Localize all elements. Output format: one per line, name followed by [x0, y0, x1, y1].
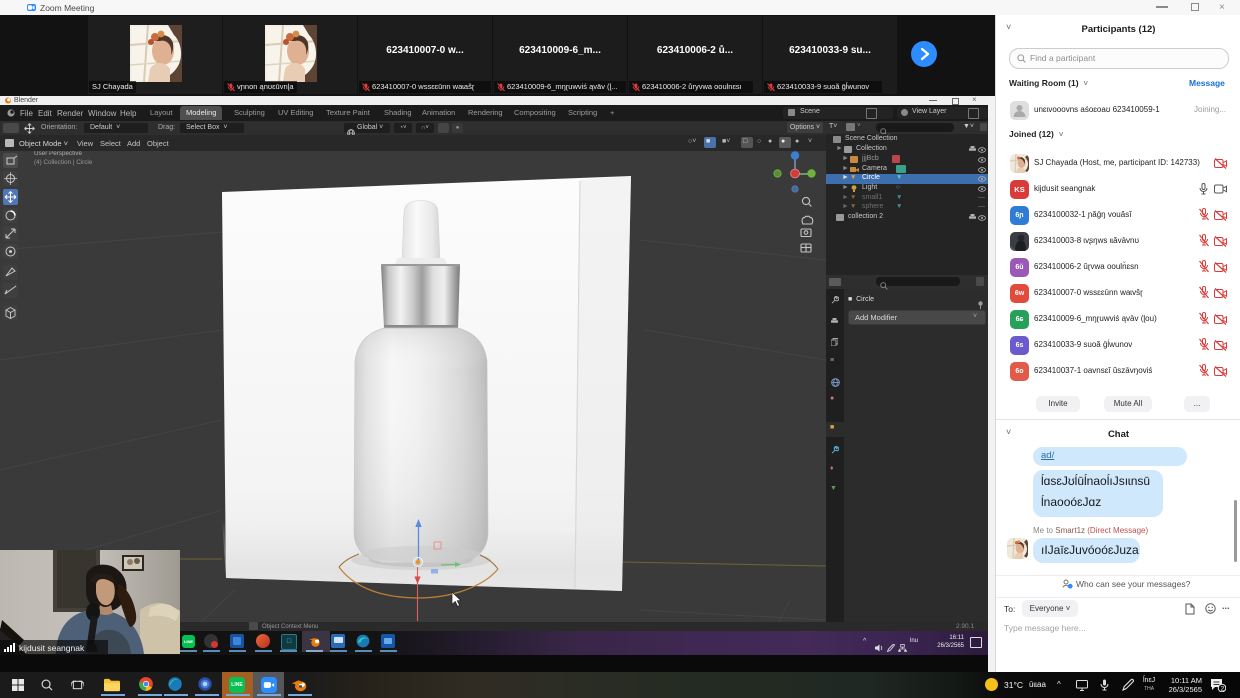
svg-text:2: 2	[1221, 686, 1225, 692]
svg-text:(4) Collection | Circle: (4) Collection | Circle	[34, 159, 93, 166]
svg-text:kijdusit seangnak: kijdusit seangnak	[19, 643, 85, 653]
svg-text:User Perspective: User Perspective	[34, 151, 82, 157]
